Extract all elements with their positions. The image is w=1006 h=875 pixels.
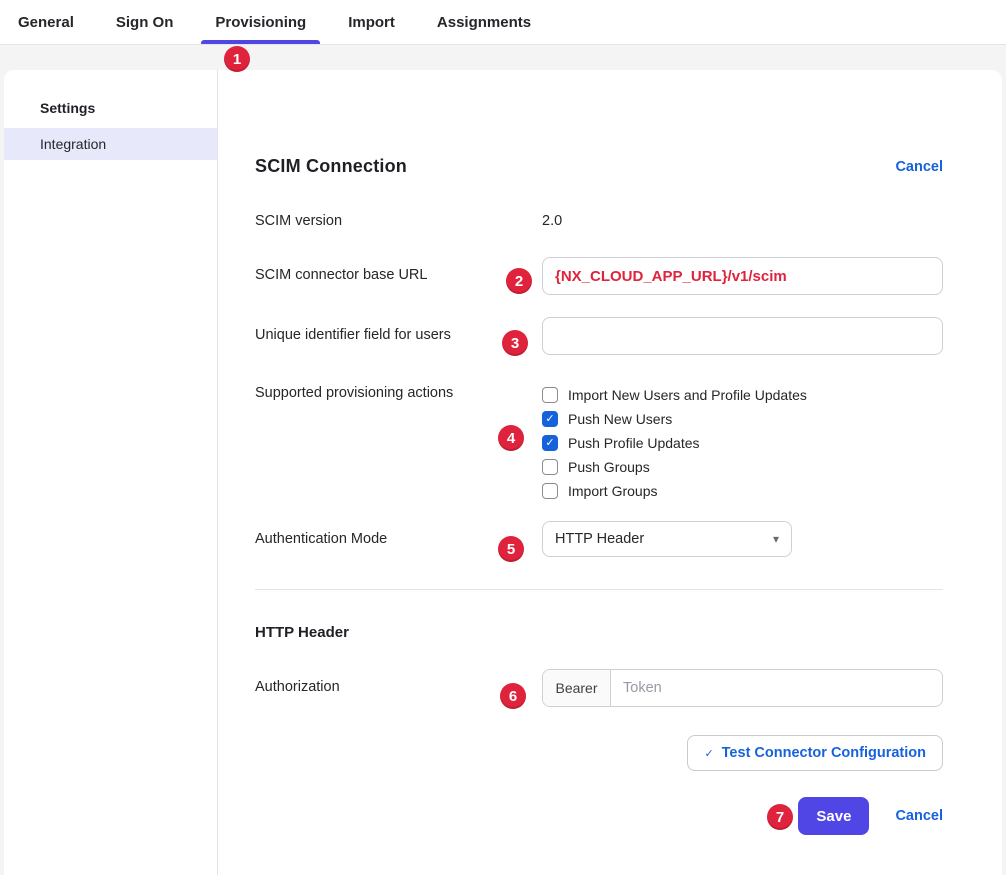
checkbox-label: Import New Users and Profile Updates (568, 387, 807, 403)
base-url-label: SCIM connector base URL (255, 257, 542, 295)
authorization-label: Authorization (255, 669, 542, 707)
annotation-badge-6: 6 (500, 683, 526, 709)
test-connector-button[interactable]: ✓ Test Connector Configuration (687, 735, 943, 771)
checkbox-row-import-groups[interactable]: Import Groups (542, 479, 807, 503)
settings-sidebar: Settings Integration (4, 70, 218, 875)
scim-connection-form: SCIM Connection Cancel SCIM version 2.0 … (218, 70, 1003, 875)
tab-general[interactable]: General (16, 0, 76, 44)
scim-version-row: SCIM version 2.0 (255, 213, 943, 229)
unique-id-row: Unique identifier field for users (255, 317, 943, 355)
annotation-badge-7: 7 (767, 804, 793, 830)
checkbox-row-push-groups[interactable]: Push Groups (542, 455, 807, 479)
scim-version-label: SCIM version (255, 213, 542, 229)
unique-id-label: Unique identifier field for users (255, 317, 542, 355)
bearer-prefix: Bearer (543, 670, 611, 706)
base-url-row: SCIM connector base URL (255, 257, 943, 295)
checkbox-label: Push Groups (568, 459, 650, 475)
checkbox-row-push-profile-updates[interactable]: Push Profile Updates (542, 431, 807, 455)
form-actions-row: Save Cancel (255, 797, 943, 835)
tab-assignments[interactable]: Assignments (435, 0, 533, 44)
auth-mode-selected-value: HTTP Header (555, 531, 644, 547)
annotation-badge-4: 4 (498, 425, 524, 451)
annotation-badge-3: 3 (502, 330, 528, 356)
token-input[interactable] (611, 670, 942, 706)
unique-id-input[interactable] (542, 317, 943, 355)
checkbox-label: Push Profile Updates (568, 435, 700, 451)
checkbox-label: Import Groups (568, 483, 657, 499)
section-divider (255, 589, 943, 590)
test-connector-row: ✓ Test Connector Configuration (255, 735, 943, 771)
scim-version-value: 2.0 (542, 213, 562, 229)
auth-mode-select[interactable]: HTTP Header ▾ (542, 521, 792, 557)
authorization-token-group: Bearer (542, 669, 943, 707)
save-button[interactable]: Save (798, 797, 869, 835)
chevron-down-icon: ▾ (773, 532, 779, 546)
provisioning-actions-list: Import New Users and Profile Updates Pus… (542, 383, 807, 503)
tab-import[interactable]: Import (346, 0, 397, 44)
check-icon: ✓ (704, 747, 713, 760)
checkbox-icon[interactable] (542, 435, 558, 451)
checkbox-icon[interactable] (542, 411, 558, 427)
sidebar-item-integration[interactable]: Integration (4, 128, 217, 160)
checkbox-row-import-new-users[interactable]: Import New Users and Profile Updates (542, 383, 807, 407)
http-header-section-title: HTTP Header (255, 624, 943, 641)
provisioning-actions-row: Supported provisioning actions Import Ne… (255, 383, 943, 503)
cancel-link-bottom[interactable]: Cancel (895, 808, 943, 824)
cancel-link-top[interactable]: Cancel (895, 159, 943, 175)
checkbox-icon[interactable] (542, 483, 558, 499)
authorization-row: Authorization Bearer (255, 669, 943, 707)
base-url-input[interactable] (542, 257, 943, 295)
tab-sign-on[interactable]: Sign On (114, 0, 176, 44)
provisioning-panel: Settings Integration SCIM Connection Can… (4, 70, 1002, 875)
test-connector-label: Test Connector Configuration (722, 745, 926, 761)
page-title: SCIM Connection (255, 156, 407, 177)
sidebar-heading: Settings (4, 100, 217, 128)
annotation-badge-2: 2 (506, 268, 532, 294)
annotation-badge-1: 1 (224, 46, 250, 72)
checkbox-label: Push New Users (568, 411, 672, 427)
checkbox-row-push-new-users[interactable]: Push New Users (542, 407, 807, 431)
tab-provisioning[interactable]: Provisioning (213, 0, 308, 44)
auth-mode-row: Authentication Mode HTTP Header ▾ (255, 521, 943, 557)
top-tab-bar: General Sign On Provisioning Import Assi… (0, 0, 1006, 45)
annotation-badge-5: 5 (498, 536, 524, 562)
checkbox-icon[interactable] (542, 459, 558, 475)
form-header: SCIM Connection Cancel (255, 156, 943, 177)
checkbox-icon[interactable] (542, 387, 558, 403)
